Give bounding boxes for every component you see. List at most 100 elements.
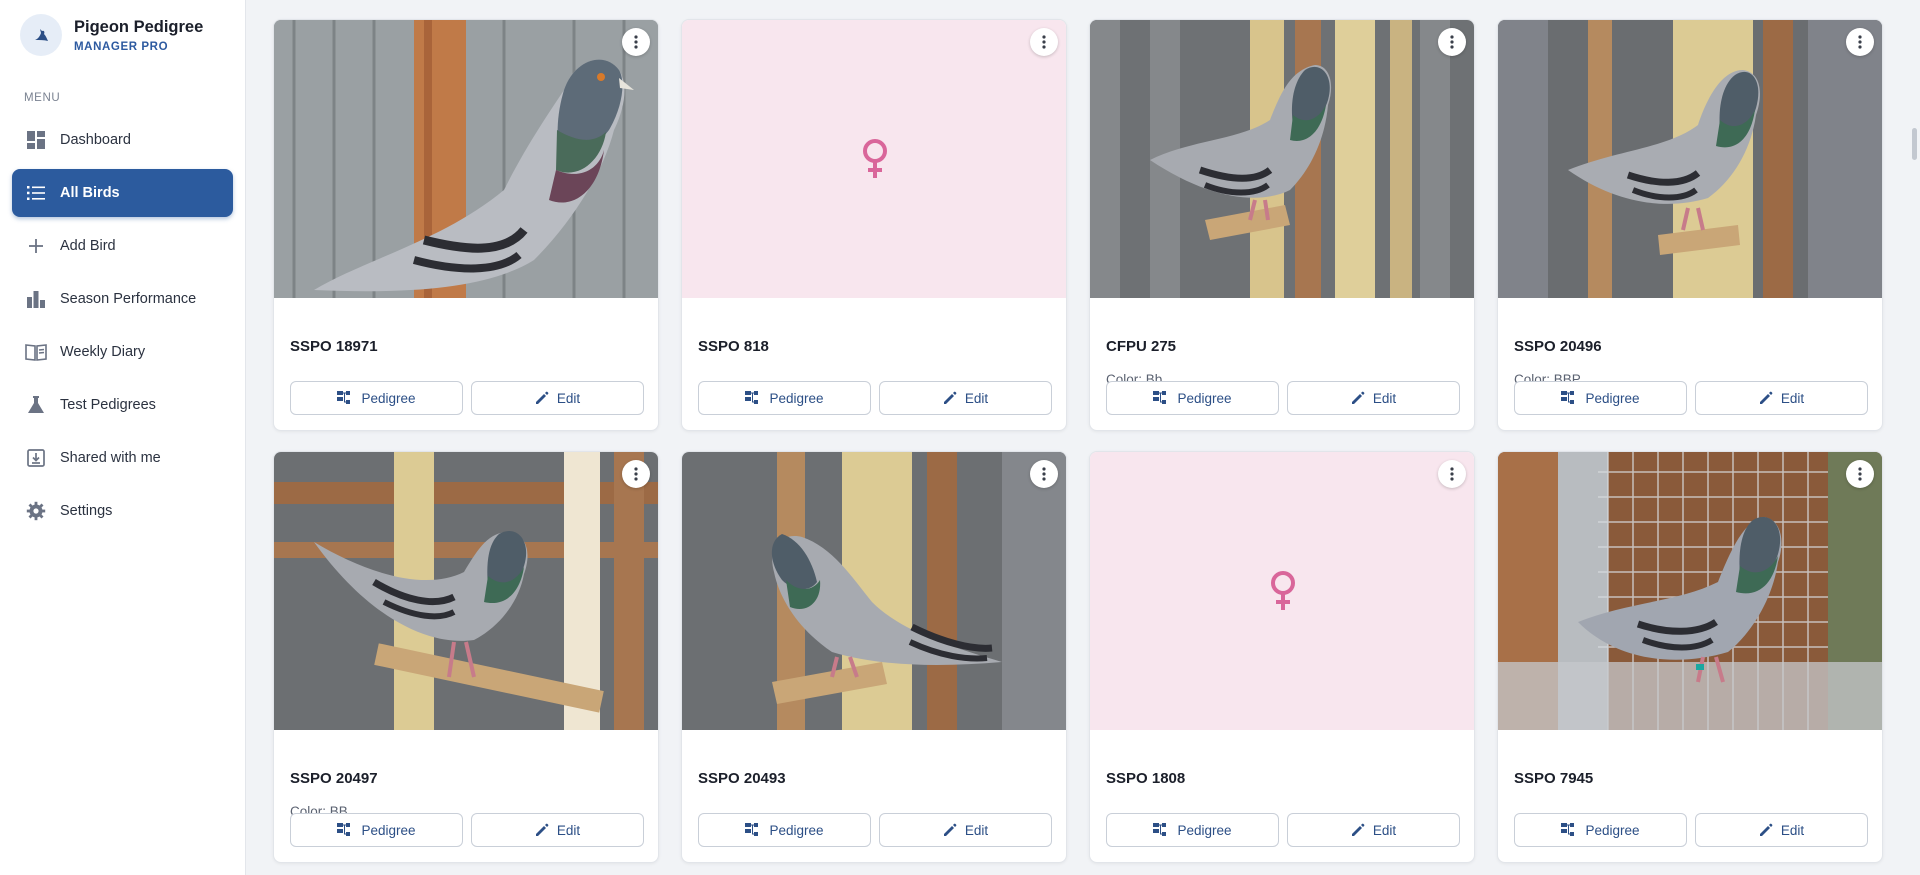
sidebar-item-label: Add Bird <box>60 238 116 254</box>
bird-photo[interactable] <box>682 452 1066 730</box>
edit-button[interactable]: Edit <box>1287 813 1460 847</box>
more-options-button[interactable] <box>1438 28 1466 56</box>
pedigree-button[interactable]: Pedigree <box>1106 813 1279 847</box>
pencil-icon <box>1759 823 1773 836</box>
bird-card[interactable]: SSPO 7945 Pedigree Edit <box>1497 451 1883 863</box>
pencil-icon <box>1351 391 1365 404</box>
sidebar-item-label: Test Pedigrees <box>60 397 156 413</box>
bird-photo[interactable] <box>1498 20 1882 298</box>
bird-ring-number: SSPO 7945 <box>1514 770 1594 787</box>
pencil-icon <box>535 391 549 404</box>
sidebar-item-label: Shared with me <box>60 450 161 466</box>
bird-card[interactable]: CFPU 275 Color: Bb Pedigree Edit <box>1089 19 1475 431</box>
bird-card[interactable]: SSPO 18971 Pedigree Edit <box>273 19 659 431</box>
sidebar-item-shared-with-me[interactable]: Shared with me <box>12 434 233 482</box>
sidebar-item-dashboard[interactable]: Dashboard <box>12 116 233 164</box>
edit-label: Edit <box>964 822 989 838</box>
pedigree-tree-icon <box>1153 391 1167 404</box>
bird-ring-number: CFPU 275 <box>1106 338 1177 355</box>
pencil-icon <box>1351 823 1365 836</box>
pedigree-label: Pedigree <box>361 822 416 838</box>
sidebar-item-add-bird[interactable]: Add Bird <box>12 222 233 270</box>
bird-ring-number: SSPO 20496 <box>1514 338 1602 355</box>
more-options-button[interactable] <box>1438 460 1466 488</box>
flask-icon <box>25 394 47 416</box>
pedigree-button[interactable]: Pedigree <box>290 813 463 847</box>
page-scrollbar[interactable] <box>1908 0 1920 875</box>
sidebar-item-weekly-diary[interactable]: Weekly Diary <box>12 328 233 376</box>
sidebar-nav: Dashboard All Birds Add Bird Season Perf… <box>0 116 245 535</box>
edit-label: Edit <box>556 390 581 406</box>
edit-label: Edit <box>1372 390 1397 406</box>
more-options-button[interactable] <box>1846 28 1874 56</box>
pencil-icon <box>943 391 957 404</box>
edit-button[interactable]: Edit <box>879 813 1052 847</box>
more-options-button[interactable] <box>622 28 650 56</box>
pedigree-label: Pedigree <box>769 390 824 406</box>
scrollbar-thumb[interactable] <box>1912 128 1917 160</box>
edit-label: Edit <box>556 822 581 838</box>
edit-button[interactable]: Edit <box>471 813 644 847</box>
pedigree-button[interactable]: Pedigree <box>698 381 871 415</box>
edit-button[interactable]: Edit <box>1695 813 1868 847</box>
pedigree-button[interactable]: Pedigree <box>290 381 463 415</box>
female-icon <box>1271 571 1295 610</box>
bird-ring-number: SSPO 1808 <box>1106 770 1186 787</box>
bird-photo[interactable] <box>1090 20 1474 298</box>
sidebar-item-label: Weekly Diary <box>60 344 146 360</box>
bird-photo[interactable] <box>1498 452 1882 730</box>
pedigree-tree-icon <box>1153 823 1167 836</box>
more-options-button[interactable] <box>622 460 650 488</box>
bird-card[interactable]: SSPO 1808 Pedigree Edit <box>1089 451 1475 863</box>
bird-photo[interactable] <box>274 452 658 730</box>
app-subtitle: MANAGER PRO <box>74 41 169 53</box>
edit-button[interactable]: Edit <box>471 381 644 415</box>
more-options-button[interactable] <box>1030 28 1058 56</box>
sidebar-item-settings[interactable]: Settings <box>12 487 233 535</box>
edit-label: Edit <box>964 390 989 406</box>
pedigree-label: Pedigree <box>1585 822 1640 838</box>
edit-label: Edit <box>1780 390 1805 406</box>
sidebar: Pigeon Pedigree MANAGER PRO MENU Dashboa… <box>0 0 246 875</box>
sidebar-item-label: All Birds <box>60 185 120 201</box>
pedigree-tree-icon <box>1561 823 1575 836</box>
more-options-button[interactable] <box>1846 460 1874 488</box>
bird-card[interactable]: SSPO 818 Pedigree Edit <box>681 19 1067 431</box>
sidebar-item-all-birds[interactable]: All Birds <box>12 169 233 217</box>
gear-icon <box>25 500 47 522</box>
bird-card[interactable]: SSPO 20493 Pedigree Edit <box>681 451 1067 863</box>
pedigree-label: Pedigree <box>361 390 416 406</box>
pedigree-button[interactable]: Pedigree <box>698 813 871 847</box>
sidebar-item-test-pedigrees[interactable]: Test Pedigrees <box>12 381 233 429</box>
pedigree-button[interactable]: Pedigree <box>1514 381 1687 415</box>
bird-photo[interactable] <box>274 20 658 298</box>
edit-label: Edit <box>1780 822 1805 838</box>
pedigree-tree-icon <box>745 823 759 836</box>
brand[interactable]: Pigeon Pedigree MANAGER PRO <box>0 0 245 70</box>
sidebar-item-season-performance[interactable]: Season Performance <box>12 275 233 323</box>
pedigree-label: Pedigree <box>769 822 824 838</box>
sidebar-item-label: Dashboard <box>60 132 131 148</box>
edit-button[interactable]: Edit <box>1695 381 1868 415</box>
bird-card[interactable]: SSPO 20496 Color: BBP Pedigree Edit <box>1497 19 1883 431</box>
more-options-button[interactable] <box>1030 460 1058 488</box>
bird-ring-number: SSPO 818 <box>698 338 769 355</box>
bird-photo-placeholder[interactable] <box>1090 452 1474 730</box>
pedigree-label: Pedigree <box>1177 822 1232 838</box>
edit-button[interactable]: Edit <box>1287 381 1460 415</box>
edit-label: Edit <box>1372 822 1397 838</box>
pedigree-button[interactable]: Pedigree <box>1106 381 1279 415</box>
female-icon <box>863 139 887 178</box>
bird-card[interactable]: SSPO 20497 Color: BB Pedigree Edit <box>273 451 659 863</box>
dashboard-icon <box>25 129 47 151</box>
sidebar-item-label: Settings <box>60 503 113 519</box>
bird-photo-placeholder[interactable] <box>682 20 1066 298</box>
edit-button[interactable]: Edit <box>879 381 1052 415</box>
pedigree-button[interactable]: Pedigree <box>1514 813 1687 847</box>
pencil-icon <box>535 823 549 836</box>
pedigree-label: Pedigree <box>1177 390 1232 406</box>
pencil-icon <box>943 823 957 836</box>
bird-ring-number: SSPO 18971 <box>290 338 378 355</box>
plus-icon <box>25 235 47 257</box>
menu-section-label: MENU <box>24 92 61 104</box>
